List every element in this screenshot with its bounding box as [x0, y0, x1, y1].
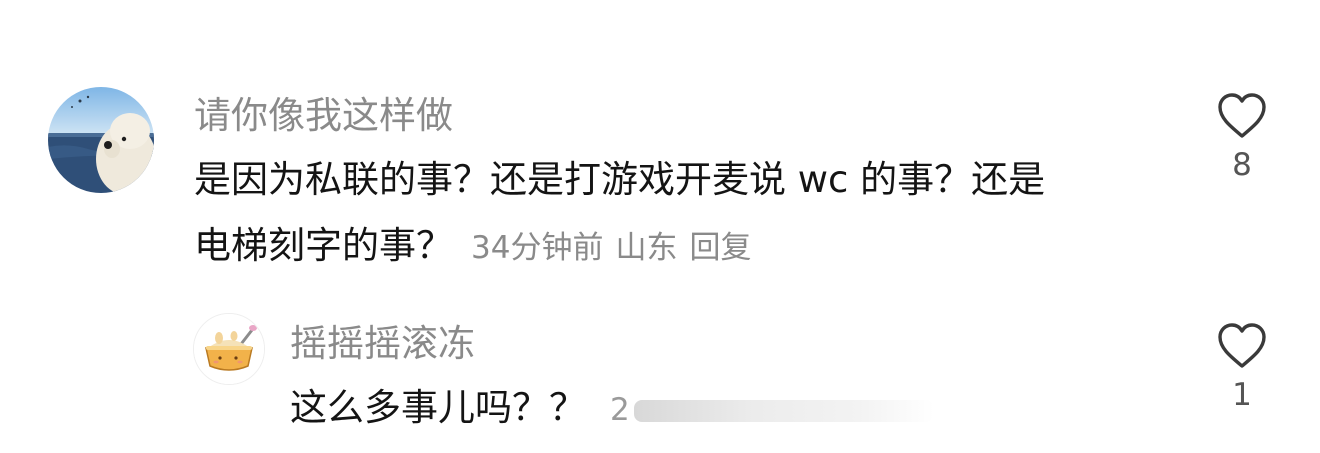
comment-time-partial: 2: [610, 391, 630, 428]
comment-text-continuation: 电梯刻字的事？: [194, 224, 453, 267]
comment-text-line: 电梯刻字的事？ 34分钟前 山东 回复: [194, 216, 1174, 278]
comment-username[interactable]: 摇摇摇滚冻: [290, 325, 475, 362]
like-button[interactable]: 1: [1212, 322, 1272, 411]
comment-text-line: 这么多事儿吗？？: [290, 386, 586, 429]
comment-text-line: 是因为私联的事？还是打游戏开麦说 wc 的事？还是: [194, 158, 1046, 201]
avatar[interactable]: [48, 87, 154, 193]
comment-item: 请你像我这样做 是因为私联的事？还是打游戏开麦说 wc 的事？还是 电梯刻字的事…: [0, 0, 1320, 280]
comment-text: 这么多事儿吗？？ 2: [290, 378, 1190, 440]
avatar[interactable]: [193, 313, 265, 385]
blurred-meta-overlay: [633, 400, 934, 422]
sea-plush-dog-avatar-icon: [48, 87, 154, 193]
like-button[interactable]: 8: [1212, 92, 1272, 181]
heart-outline-icon: [1218, 93, 1266, 138]
reply-comment-item: 摇摇摇滚冻 这么多事儿吗？？ 2 1: [0, 280, 1320, 453]
comment-username[interactable]: 请你像我这样做: [194, 97, 453, 134]
comment-time: 34分钟前: [471, 230, 604, 266]
comment-meta: 2: [610, 380, 934, 440]
comment-text: 是因为私联的事？还是打游戏开麦说 wc 的事？还是 电梯刻字的事？ 34分钟前 山东…: [194, 150, 1174, 278]
like-count: 8: [1232, 147, 1252, 183]
comment-location: 山东: [615, 230, 678, 266]
like-count: 1: [1232, 377, 1252, 413]
pudding-cup-avatar-icon: [194, 314, 264, 384]
reply-button[interactable]: 回复: [689, 230, 751, 266]
comment-meta: 34分钟前 山东 回复: [471, 230, 751, 266]
heart-outline-icon: [1218, 323, 1266, 368]
